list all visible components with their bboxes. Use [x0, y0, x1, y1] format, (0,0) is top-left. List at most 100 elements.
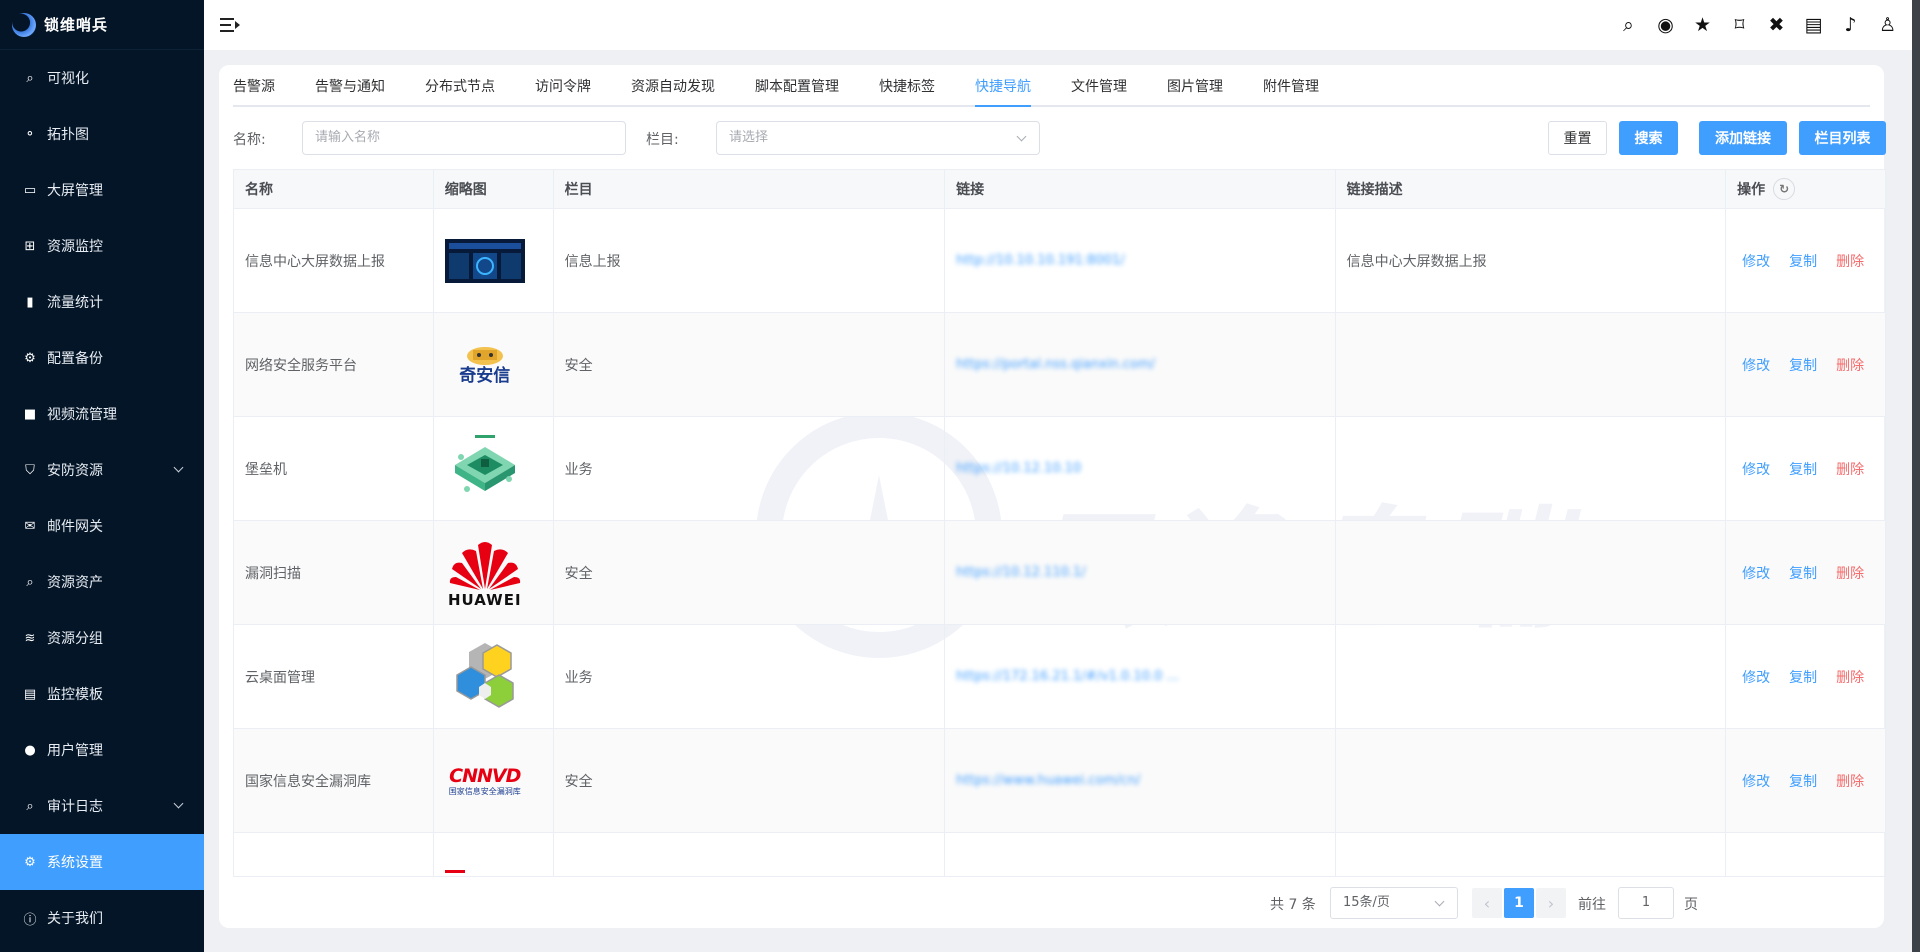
sidebar-item-about-us[interactable]: ⓘ 关于我们: [0, 890, 204, 946]
sidebar-item-config-backup[interactable]: ⚙ 配置备份: [0, 330, 204, 386]
sidebar-item-monitor-templates[interactable]: ▤ 监控模板: [0, 666, 204, 722]
row-link-text[interactable]: https://10.12.10.10: [956, 461, 1081, 476]
cnnvd-logo-subtext: 国家信息安全漏洞库: [448, 786, 521, 796]
edit-button[interactable]: 修改: [1742, 355, 1770, 375]
copy-button[interactable]: 复制: [1789, 355, 1817, 375]
sidebar-item-user-management[interactable]: ● 用户管理: [0, 722, 204, 778]
row-actions: 修改 复制 删除: [1726, 313, 1885, 416]
sidebar-item-resource-groups[interactable]: ≋ 资源分组: [0, 610, 204, 666]
row-link[interactable]: https://www.huawei.com/cn/: [945, 729, 1336, 832]
tab-file-management[interactable]: 文件管理: [1071, 65, 1127, 105]
row-thumbnail: [434, 625, 554, 728]
page-size-select[interactable]: 15条/页: [1330, 887, 1458, 919]
row-link-text[interactable]: https://10.12.110.1/: [956, 565, 1086, 580]
edit-button[interactable]: 修改: [1742, 251, 1770, 271]
sidebar-item-audit-log[interactable]: ⌕ 审计日志: [0, 778, 204, 834]
tab-alert-sources[interactable]: 告警源: [233, 65, 275, 105]
bookmark-icon[interactable]: ⌑: [1721, 14, 1758, 36]
huawei-logo-text: HUAWEI: [447, 590, 522, 609]
search-icon: ⌕: [26, 574, 34, 590]
row-column: [554, 833, 946, 876]
bell-icon[interactable]: ♪: [1832, 14, 1869, 36]
name-search-input[interactable]: 请输入名称: [302, 121, 626, 155]
row-link-text[interactable]: https://www.huawei.com/cn/: [956, 773, 1140, 788]
collapse-menu-icon[interactable]: [220, 17, 240, 33]
row-link-text[interactable]: https://portal.nss.qianxin.com/: [956, 357, 1155, 372]
page-number-current[interactable]: 1: [1504, 888, 1534, 918]
column-header-label: 操作: [1737, 182, 1766, 198]
copy-button[interactable]: 复制: [1789, 667, 1817, 687]
sidebar-item-resource-monitor[interactable]: ⊞ 资源监控: [0, 218, 204, 274]
tab-quick-navigation[interactable]: 快捷导航: [975, 65, 1031, 107]
row-link[interactable]: https://10.12.110.1/: [945, 521, 1336, 624]
table-row: 云桌面管理 业务 https://172.16.21.1/#/v1.0.10.0…: [234, 625, 1885, 729]
ai-chat-icon[interactable]: ◉: [1647, 14, 1684, 36]
tools-icon[interactable]: ✖: [1758, 14, 1795, 36]
star-icon[interactable]: ★: [1684, 14, 1721, 36]
sidebar-item-mail-gateway[interactable]: ✉ 邮件网关: [0, 498, 204, 554]
tab-script-config[interactable]: 脚本配置管理: [755, 65, 839, 105]
reset-button[interactable]: 重置: [1548, 121, 1607, 155]
search-icon[interactable]: ⌕: [1610, 14, 1647, 36]
row-link[interactable]: http://10.10.10.191:8001/: [945, 209, 1336, 312]
app-logo[interactable]: 锁维哨兵: [0, 0, 204, 50]
sidebar-item-resource-assets[interactable]: ⌕ 资源资产: [0, 554, 204, 610]
delete-button[interactable]: 删除: [1836, 667, 1864, 687]
edit-button[interactable]: 修改: [1742, 667, 1770, 687]
search-button[interactable]: 搜索: [1619, 121, 1678, 155]
prev-page-button[interactable]: ‹: [1472, 888, 1502, 918]
row-actions: [1726, 833, 1885, 876]
sidebar-item-security-resources[interactable]: ⛉ 安防资源: [0, 442, 204, 498]
row-link-text[interactable]: https://172.16.21.1/#/v1.0.10.0 ...: [956, 669, 1179, 684]
edit-button[interactable]: 修改: [1742, 563, 1770, 583]
delete-button[interactable]: 删除: [1836, 251, 1864, 271]
column-select[interactable]: 请选择: [716, 121, 1040, 155]
row-description: [1336, 313, 1727, 416]
tab-alerts-notifications[interactable]: 告警与通知: [315, 65, 385, 105]
qianxin-logo: 奇安信: [445, 325, 525, 405]
sidebar-item-big-screen[interactable]: ▭ 大屏管理: [0, 162, 204, 218]
tab-distributed-nodes[interactable]: 分布式节点: [425, 65, 495, 105]
sidebar-item-label: 流量统计: [47, 295, 103, 311]
sidebar-item-video-stream[interactable]: ■ 视频流管理: [0, 386, 204, 442]
copy-button[interactable]: 复制: [1789, 459, 1817, 479]
table-row: 信息中心大屏数据上报 信息上报 http://10.10.10.191:8001…: [234, 209, 1885, 313]
sidebar-item-traffic-stats[interactable]: ▮ 流量统计: [0, 274, 204, 330]
row-link[interactable]: https://10.12.10.10: [945, 417, 1336, 520]
edit-button[interactable]: 修改: [1742, 459, 1770, 479]
sidebar-item-topology[interactable]: ⚬ 拓扑图: [0, 106, 204, 162]
sidebar-item-system-settings[interactable]: ⚙ 系统设置: [0, 834, 204, 890]
column-header: 栏目: [554, 170, 946, 208]
user-icon[interactable]: ♙: [1869, 14, 1906, 36]
server-icon[interactable]: ▤: [1795, 14, 1832, 36]
edit-button[interactable]: 修改: [1742, 771, 1770, 791]
tab-image-management[interactable]: 图片管理: [1167, 65, 1223, 105]
table-icon: ▤: [23, 686, 37, 702]
column-list-button[interactable]: 栏目列表: [1799, 121, 1886, 155]
add-link-button[interactable]: 添加链接: [1699, 121, 1787, 155]
sidebar-item-label: 资源分组: [47, 631, 103, 647]
row-name: 漏洞扫描: [234, 521, 434, 624]
row-link[interactable]: https://172.16.21.1/#/v1.0.10.0 ...: [945, 625, 1336, 728]
sidebar-item-label: 系统设置: [47, 855, 103, 871]
delete-button[interactable]: 删除: [1836, 771, 1864, 791]
row-name: 堡垒机: [234, 417, 434, 520]
delete-button[interactable]: 删除: [1836, 459, 1864, 479]
refresh-icon[interactable]: ↻: [1773, 178, 1796, 200]
goto-page-input[interactable]: 1: [1618, 887, 1674, 919]
table-row: 堡垒机 业务 https://10.12.10.10 修改 复制 删除: [234, 417, 1885, 521]
copy-button[interactable]: 复制: [1789, 563, 1817, 583]
tab-quick-tags[interactable]: 快捷标签: [879, 65, 935, 105]
copy-button[interactable]: 复制: [1789, 251, 1817, 271]
row-link-text[interactable]: http://10.10.10.191:8001/: [956, 253, 1125, 268]
delete-button[interactable]: 删除: [1836, 563, 1864, 583]
tab-resource-discovery[interactable]: 资源自动发现: [631, 65, 715, 105]
app-root: 锁维哨兵 ⌕ 可视化 ⚬ 拓扑图 ▭ 大屏管理 ⊞ 资源监控 ▮ 流量统计 ⚙ 配置备份 ■…: [0, 0, 1920, 952]
tab-access-tokens[interactable]: 访问令牌: [535, 65, 591, 105]
sidebar-item-visualization[interactable]: ⌕ 可视化: [0, 50, 204, 106]
tab-attachment-management[interactable]: 附件管理: [1263, 65, 1319, 105]
next-page-button[interactable]: ›: [1536, 888, 1566, 918]
row-link[interactable]: https://portal.nss.qianxin.com/: [945, 313, 1336, 416]
copy-button[interactable]: 复制: [1789, 771, 1817, 791]
delete-button[interactable]: 删除: [1836, 355, 1864, 375]
